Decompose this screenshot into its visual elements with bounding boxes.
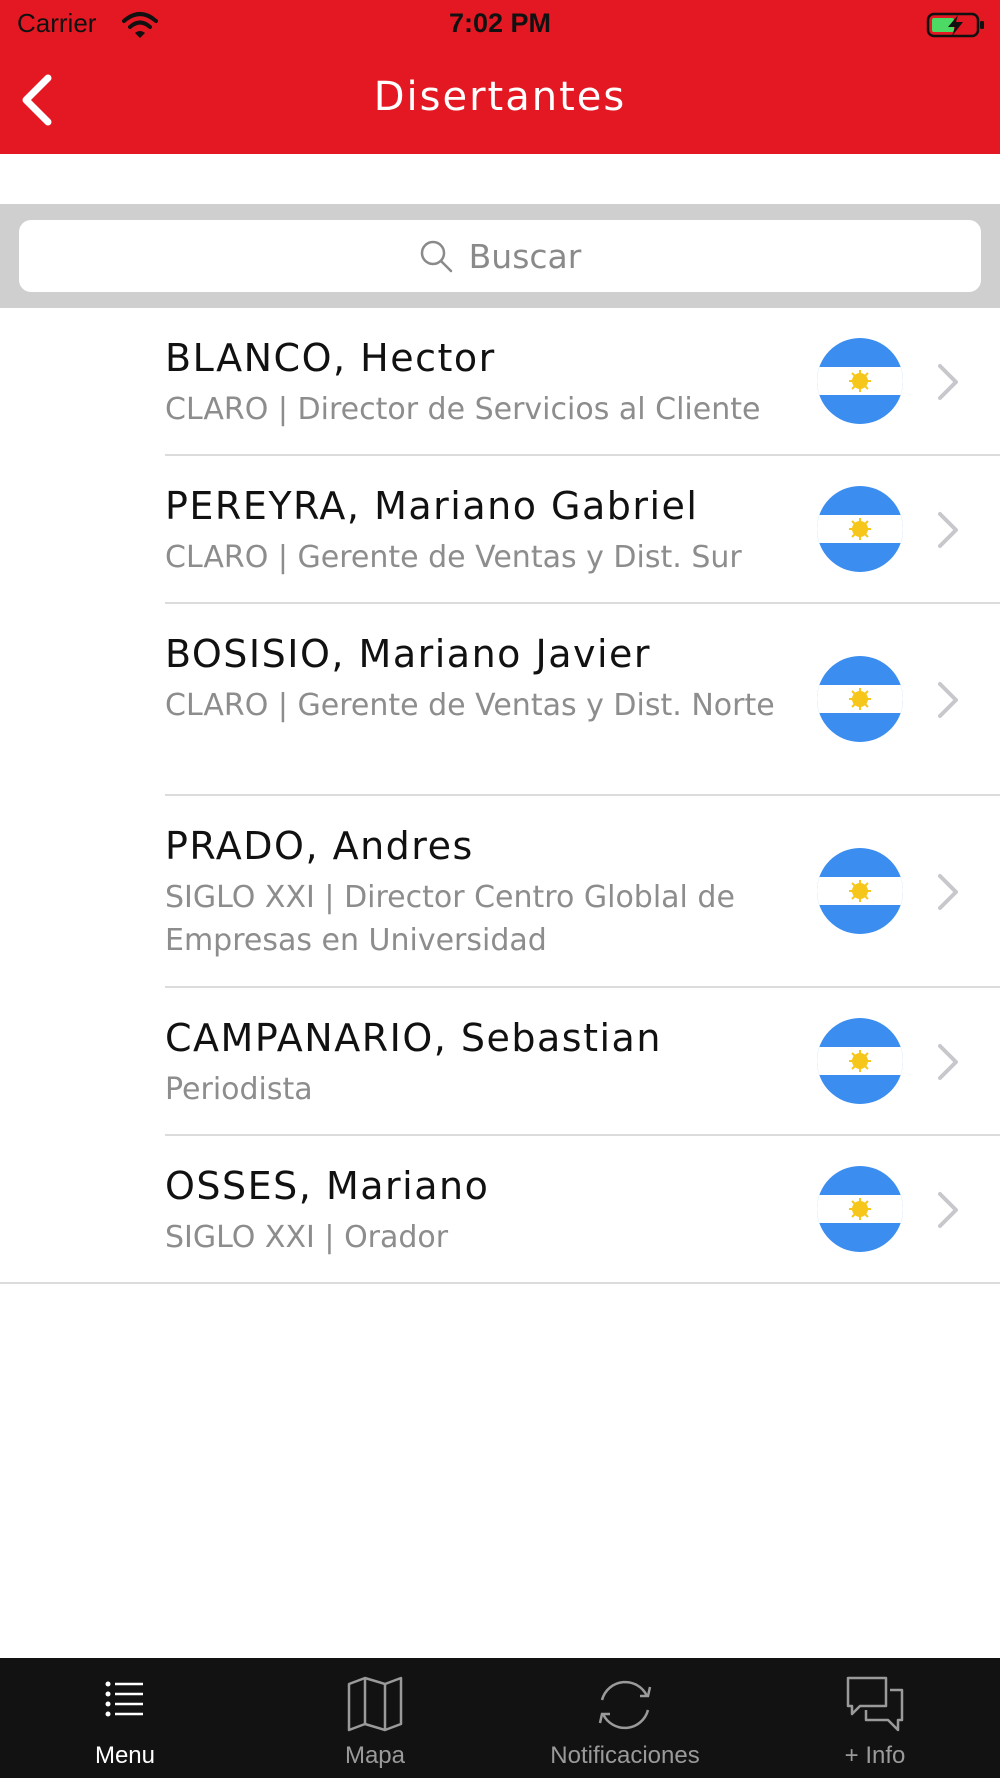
battery-charging-icon: [926, 12, 984, 38]
status-time: 7:02 PM: [448, 8, 552, 38]
speaker-name: PRADO, Andres: [165, 824, 474, 868]
divider: [0, 1282, 1000, 1284]
speaker-name: PEREYRA, Mariano Gabriel: [165, 484, 699, 528]
tab-bar: Menu Mapa Notificaciones + Info: [0, 1658, 1000, 1778]
tab-label: Notificaciones: [550, 1742, 700, 1769]
list-item[interactable]: CAMPANARIO, Sebastian Periodista: [0, 988, 1000, 1136]
list-icon: [105, 1681, 143, 1717]
page-title: Disertantes: [373, 74, 627, 120]
tab-label: + Info: [844, 1742, 906, 1769]
tab-label: Mapa: [344, 1742, 406, 1769]
argentina-flag-icon: [817, 338, 903, 424]
speaker-name: CAMPANARIO, Sebastian: [165, 1016, 662, 1060]
speaker-name: BLANCO, Hector: [165, 336, 496, 380]
refresh-icon: [598, 1680, 652, 1730]
navigation-bar: Disertantes: [0, 50, 1000, 154]
argentina-flag-icon: [817, 1018, 903, 1104]
list-item[interactable]: BOSISIO, Mariano Javier CLARO | Gerente …: [0, 604, 1000, 796]
chevron-right-icon: [938, 874, 958, 910]
list-item[interactable]: BLANCO, Hector CLARO | Director de Servi…: [0, 308, 1000, 456]
map-icon: [347, 1676, 403, 1732]
speaker-name: BOSISIO, Mariano Javier: [165, 632, 652, 676]
tab-mapa[interactable]: Mapa: [250, 1658, 500, 1778]
speaker-subtitle: CLARO | Gerente de Ventas y Dist. Sur: [165, 540, 742, 575]
search-input[interactable]: Buscar: [19, 220, 981, 292]
speakers-list: BLANCO, Hector CLARO | Director de Servi…: [0, 308, 1000, 1284]
speaker-name: OSSES, Mariano: [165, 1164, 490, 1208]
tab-label: Menu: [94, 1742, 156, 1769]
argentina-flag-icon: [817, 656, 903, 742]
list-item[interactable]: PRADO, Andres SIGLO XXI | Director Centr…: [0, 796, 1000, 988]
status-bar: Carrier 7:02 PM: [0, 0, 1000, 50]
search-icon: [420, 240, 452, 273]
tab-menu[interactable]: Menu: [0, 1658, 250, 1778]
speaker-subtitle: CLARO | Director de Servicios al Cliente: [165, 392, 761, 427]
argentina-flag-icon: [817, 486, 903, 572]
tab-notificaciones[interactable]: Notificaciones: [500, 1658, 750, 1778]
search-placeholder: Buscar: [468, 236, 582, 276]
chevron-right-icon: [938, 1044, 958, 1080]
search-bar-container: Buscar: [0, 204, 1000, 308]
chat-bubbles-icon: [846, 1676, 904, 1732]
chevron-right-icon: [938, 1192, 958, 1228]
tab-info[interactable]: + Info: [750, 1658, 1000, 1778]
speaker-subtitle: SIGLO XXI | Orador: [165, 1220, 449, 1255]
chevron-right-icon: [938, 512, 958, 548]
speaker-subtitle: SIGLO XXI | Director Centro Globlal de E…: [165, 880, 735, 958]
speaker-subtitle: Periodista: [165, 1072, 313, 1107]
chevron-right-icon: [938, 364, 958, 400]
list-item[interactable]: OSSES, Mariano SIGLO XXI | Orador: [0, 1136, 1000, 1284]
argentina-flag-icon: [817, 848, 903, 934]
list-item[interactable]: PEREYRA, Mariano Gabriel CLARO | Gerente…: [0, 456, 1000, 604]
speaker-subtitle: CLARO | Gerente de Ventas y Dist. Norte: [165, 688, 775, 723]
chevron-right-icon: [938, 682, 958, 718]
argentina-flag-icon: [817, 1166, 903, 1252]
